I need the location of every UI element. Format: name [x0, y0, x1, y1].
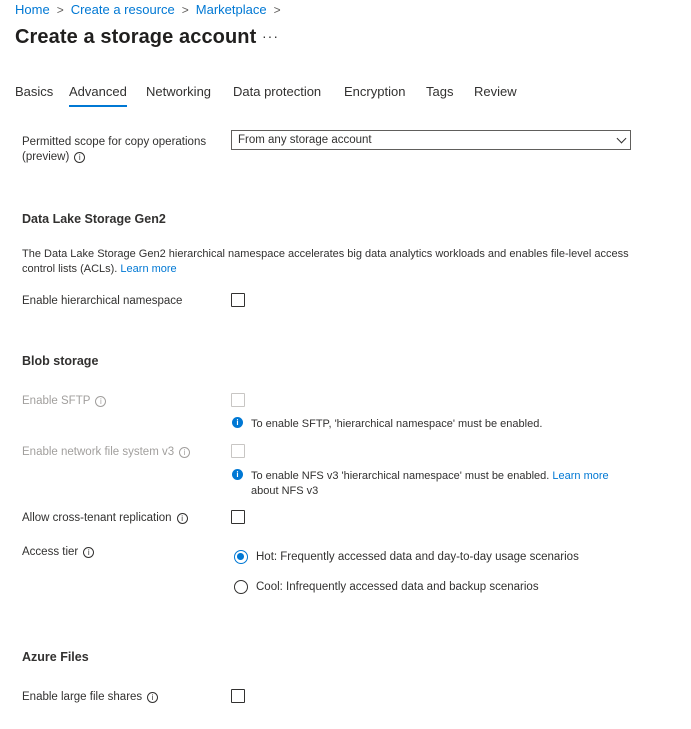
- info-icon[interactable]: i: [83, 547, 95, 558]
- info-icon[interactable]: i: [176, 513, 188, 524]
- large-file-shares-checkbox[interactable]: [231, 689, 245, 703]
- hot-tier-radio[interactable]: [234, 550, 248, 564]
- nfs-label-text: Enable network file system v3: [22, 446, 175, 458]
- data-lake-desc-line1: The Data Lake Storage Gen2 hierarchical …: [22, 248, 629, 260]
- info-icon[interactable]: i: [74, 152, 86, 163]
- breadcrumb-create-resource-link[interactable]: Create a resource: [71, 2, 175, 17]
- info-icon[interactable]: i: [95, 396, 107, 407]
- cool-tier-label: Cool: Infrequently accessed data and bac…: [256, 581, 539, 593]
- breadcrumb-home-link[interactable]: Home: [15, 2, 50, 17]
- tab-tags[interactable]: Tags: [426, 84, 453, 105]
- copy-scope-label-line1: Permitted scope for copy operations: [22, 136, 207, 148]
- large-file-shares-label: Enable large file shares i: [22, 690, 159, 705]
- copy-scope-label-line2: (preview): [22, 151, 70, 163]
- breadcrumb-separator: >: [56, 2, 64, 17]
- breadcrumb-separator: >: [273, 2, 281, 17]
- sftp-note: To enable SFTP, 'hierarchical namespace'…: [251, 418, 543, 430]
- hns-checkbox[interactable]: [231, 293, 245, 307]
- page-title: Create a storage account: [15, 26, 257, 48]
- cross-tenant-label: Allow cross-tenant replication i: [22, 511, 188, 526]
- info-filled-icon: i: [232, 469, 243, 480]
- cool-tier-radio[interactable]: [234, 580, 248, 594]
- azure-files-section-title: Azure Files: [22, 650, 89, 664]
- nfs-checkbox[interactable]: [231, 444, 245, 458]
- sftp-label: Enable SFTP i: [22, 394, 107, 409]
- tab-basics[interactable]: Basics: [15, 84, 53, 105]
- info-icon[interactable]: i: [179, 447, 191, 458]
- breadcrumb: Home > Create a resource > Marketplace >: [15, 2, 288, 17]
- data-lake-desc-line2: control lists (ACLs).: [22, 263, 118, 275]
- large-file-shares-label-text: Enable large file shares: [22, 691, 143, 703]
- nfs-learn-more-link-line2[interactable]: about NFS v3: [251, 484, 318, 499]
- hns-label: Enable hierarchical namespace: [22, 295, 183, 307]
- info-filled-icon: i: [232, 417, 243, 428]
- tab-networking[interactable]: Networking: [146, 84, 211, 105]
- blob-section-title: Blob storage: [22, 354, 99, 368]
- sftp-label-text: Enable SFTP: [22, 395, 91, 407]
- breadcrumb-separator: >: [181, 2, 189, 17]
- sftp-checkbox[interactable]: [231, 393, 245, 407]
- tab-advanced[interactable]: Advanced: [69, 84, 127, 107]
- copy-scope-label: Permitted scope for copy operations (pre…: [22, 135, 206, 165]
- tab-encryption[interactable]: Encryption: [344, 84, 405, 105]
- hot-tier-label: Hot: Frequently accessed data and day-to…: [256, 551, 579, 563]
- breadcrumb-marketplace-link[interactable]: Marketplace: [196, 2, 267, 17]
- data-lake-description: The Data Lake Storage Gen2 hierarchical …: [22, 247, 629, 277]
- chevron-down-icon: [616, 133, 627, 144]
- cross-tenant-label-text: Allow cross-tenant replication: [22, 512, 172, 524]
- nfs-note-text: To enable NFS v3 'hierarchical namespace…: [251, 470, 550, 482]
- access-tier-label: Access tier i: [22, 545, 95, 560]
- info-icon[interactable]: i: [147, 692, 159, 703]
- tab-review[interactable]: Review: [474, 84, 517, 105]
- tab-data-protection[interactable]: Data protection: [233, 84, 321, 105]
- access-tier-label-text: Access tier: [22, 546, 79, 558]
- data-lake-section-title: Data Lake Storage Gen2: [22, 212, 166, 226]
- nfs-label: Enable network file system v3 i: [22, 445, 191, 460]
- data-lake-learn-more-link[interactable]: Learn more: [120, 263, 176, 275]
- copy-scope-value: From any storage account: [238, 134, 372, 146]
- nfs-note: To enable NFS v3 'hierarchical namespace…: [251, 469, 609, 484]
- nfs-learn-more-link[interactable]: Learn more: [552, 470, 608, 482]
- cross-tenant-checkbox[interactable]: [231, 510, 245, 524]
- copy-scope-dropdown[interactable]: From any storage account: [231, 130, 631, 150]
- more-options-icon[interactable]: ···: [262, 28, 279, 44]
